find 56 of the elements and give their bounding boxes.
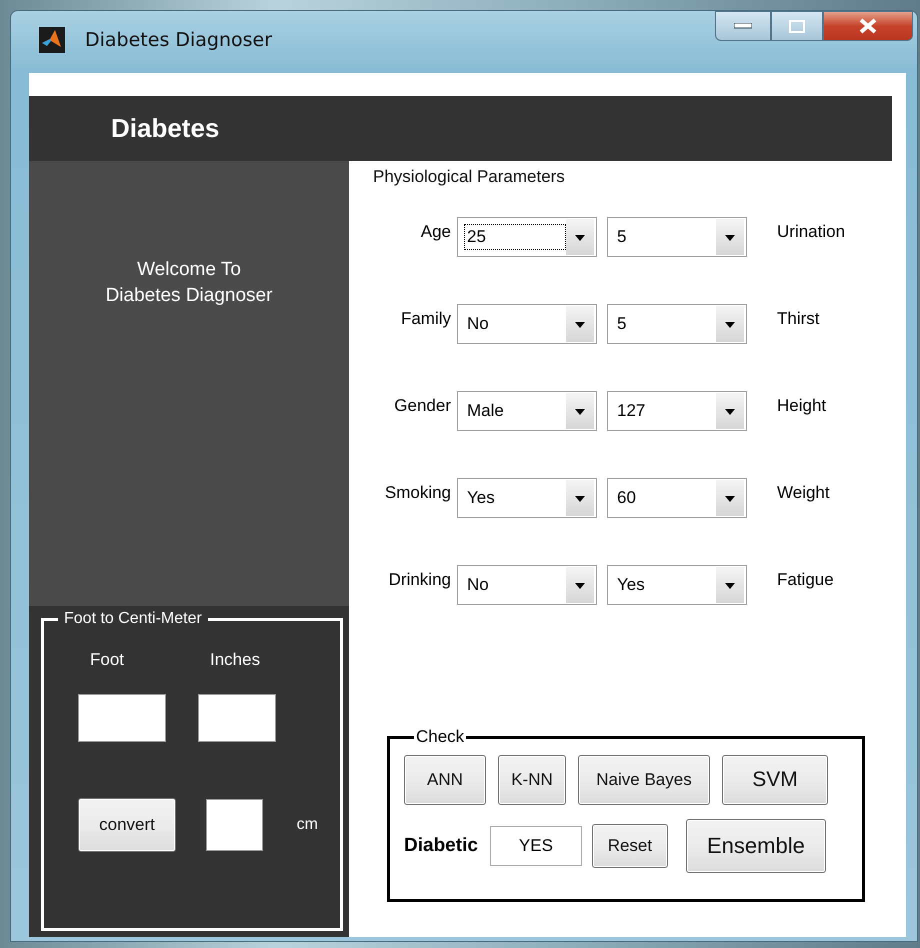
parameter-label: Fatigue bbox=[776, 570, 835, 590]
dropdown[interactable]: 5 bbox=[607, 304, 747, 344]
parameter-label: Family bbox=[400, 309, 452, 329]
section-title: Physiological Parameters bbox=[373, 167, 566, 187]
dropdown-value: Male bbox=[466, 400, 505, 422]
inches-label: Inches bbox=[209, 650, 262, 670]
dropdown-value: 5 bbox=[616, 313, 628, 335]
parameter-label: Drinking bbox=[388, 570, 452, 590]
dropdown[interactable]: No bbox=[457, 304, 597, 344]
dropdown[interactable]: 25 bbox=[457, 217, 597, 257]
maximize-button[interactable] bbox=[771, 11, 823, 41]
classifier-button[interactable]: K-NN bbox=[498, 755, 566, 805]
classifier-button[interactable]: SVM bbox=[722, 755, 828, 805]
dropdown-value: 5 bbox=[616, 226, 628, 248]
ensemble-button[interactable]: Ensemble bbox=[686, 819, 826, 873]
dropdown[interactable]: Yes bbox=[607, 565, 747, 605]
dropdown[interactable]: 60 bbox=[607, 478, 747, 518]
parameter-label: Height bbox=[776, 396, 828, 416]
unit-label: cm bbox=[296, 816, 318, 834]
result-label: Diabetic bbox=[404, 835, 478, 857]
dropdown-value: 127 bbox=[616, 400, 646, 422]
foot-input-field[interactable] bbox=[78, 694, 166, 742]
minimize-button[interactable] bbox=[715, 11, 771, 41]
reset-button[interactable]: Reset bbox=[592, 824, 668, 868]
dropdown[interactable]: 127 bbox=[607, 391, 747, 431]
close-icon bbox=[859, 18, 877, 34]
dropdown[interactable]: Yes bbox=[457, 478, 597, 518]
dropdown-value: Yes bbox=[616, 574, 646, 596]
classifier-button[interactable]: Naive Bayes bbox=[578, 755, 710, 805]
foot-label: Foot bbox=[89, 650, 126, 670]
dropdown-value: No bbox=[466, 574, 490, 596]
dropdown-value: No bbox=[466, 313, 490, 335]
dropdown[interactable]: 5 bbox=[607, 217, 747, 257]
header-title: Diabetes bbox=[111, 113, 220, 144]
welcome-text: Welcome To Diabetes Diagnoser bbox=[106, 258, 272, 308]
cm-output-field[interactable] bbox=[206, 799, 263, 851]
close-button[interactable] bbox=[823, 11, 913, 41]
classifier-button[interactable]: ANN bbox=[404, 755, 486, 805]
maximize-icon bbox=[789, 20, 805, 32]
parameter-label: Thirst bbox=[776, 309, 820, 329]
parameter-label: Smoking bbox=[384, 483, 452, 503]
convert-button[interactable]: convert bbox=[78, 798, 176, 852]
app-logo-icon bbox=[39, 27, 65, 53]
parameter-label: Age bbox=[420, 222, 452, 242]
dropdown[interactable]: No bbox=[457, 565, 597, 605]
parameter-label: Urination bbox=[776, 222, 846, 242]
result-field[interactable]: YES bbox=[490, 826, 582, 866]
minimize-icon bbox=[734, 23, 752, 29]
dropdown[interactable]: Male bbox=[457, 391, 597, 431]
dropdown-value: Yes bbox=[466, 487, 496, 509]
inches-input-field[interactable] bbox=[198, 694, 276, 742]
window-title: Diabetes Diagnoser bbox=[85, 29, 272, 51]
group-title: Check bbox=[415, 727, 466, 747]
parameter-label: Weight bbox=[776, 483, 831, 503]
parameter-label: Gender bbox=[393, 396, 452, 416]
dropdown-value: 60 bbox=[616, 487, 637, 509]
